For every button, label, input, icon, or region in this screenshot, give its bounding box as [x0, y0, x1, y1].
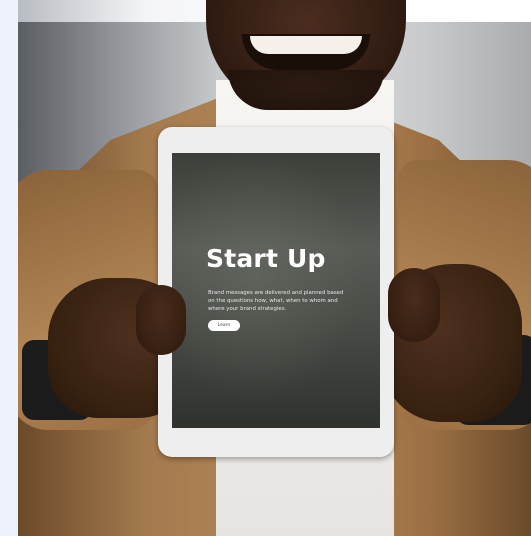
beard [228, 70, 384, 110]
screen-title: Start Up [206, 244, 326, 273]
teeth [250, 36, 362, 54]
learn-button[interactable]: Learn [208, 320, 240, 331]
tablet-screen: Start Up Brand messages are delivered an… [172, 153, 380, 428]
right-thumb [388, 268, 440, 342]
screen-body-text: Brand messages are delivered and planned… [208, 290, 344, 312]
hero-photo: Start Up Brand messages are delivered an… [18, 0, 531, 536]
tablet: Start Up Brand messages are delivered an… [158, 127, 394, 457]
left-thumb [136, 285, 186, 355]
